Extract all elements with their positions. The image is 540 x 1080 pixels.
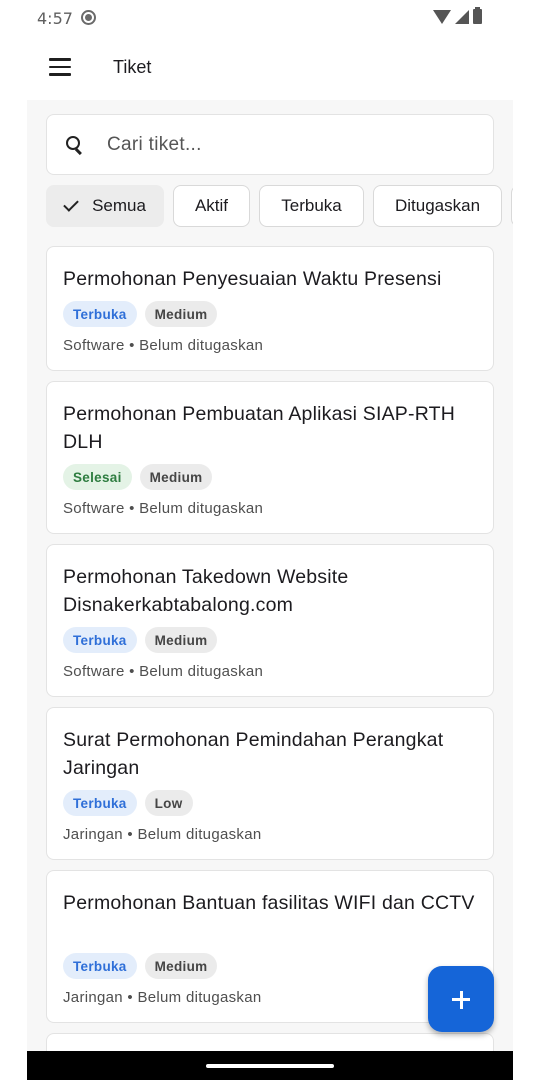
ticket-meta: Jaringan • Belum ditugaskan xyxy=(63,826,262,843)
ticket-category: Jaringan xyxy=(63,826,123,843)
ticket-meta: Software • Belum ditugaskan xyxy=(63,500,263,517)
ticket-title: Permohonan Bantuan fasilitas WIFI dan CC… xyxy=(63,892,475,914)
ticket-assignment: Belum ditugaskan xyxy=(137,826,262,843)
ticket-card[interactable]: Permohonan Takedown Website Disnakerkabt… xyxy=(46,544,494,697)
filter-chip-semua[interactable]: Semua xyxy=(46,185,164,227)
app-bar: Tiket xyxy=(27,34,513,100)
wifi-icon xyxy=(433,9,451,24)
signal-icon xyxy=(455,9,469,24)
meta-separator: • xyxy=(129,337,135,354)
status-badge: Selesai xyxy=(63,464,132,490)
ticket-badges: Terbuka Medium xyxy=(63,627,218,653)
status-time: 4:57 xyxy=(37,9,73,28)
ticket-meta: Software • Belum ditugaskan xyxy=(63,663,263,680)
navigation-bar xyxy=(27,1051,513,1080)
priority-badge: Medium xyxy=(144,627,218,653)
ticket-assignment: Belum ditugaskan xyxy=(139,337,264,354)
ticket-badges: Terbuka Low xyxy=(63,790,193,816)
filter-chip-label: Terbuka xyxy=(281,196,342,215)
filter-chip-aktif[interactable]: Aktif xyxy=(173,185,250,227)
notification-icon xyxy=(81,10,96,25)
meta-separator: • xyxy=(129,500,135,517)
meta-separator: • xyxy=(129,663,135,680)
filter-chip-terbuka[interactable]: Terbuka xyxy=(259,185,364,227)
priority-badge: Medium xyxy=(144,301,218,327)
ticket-badges: Terbuka Medium xyxy=(63,301,218,327)
priority-badge: Low xyxy=(144,790,193,816)
ticket-title: Permohonan Pembuatan Aplikasi SIAP-RTH D… xyxy=(63,403,456,453)
ticket-category: Software xyxy=(63,663,125,680)
ticket-title: Permohonan Takedown Website Disnakerkabt… xyxy=(63,566,349,616)
ticket-meta: Jaringan • Belum ditugaskan xyxy=(63,989,262,1006)
ticket-category: Software xyxy=(63,337,125,354)
status-badge: Terbuka xyxy=(63,953,137,979)
app-screen: Tiket Semua Aktif Terbuka Ditugaskan Per… xyxy=(27,0,513,1080)
filter-chip-label: Ditugaskan xyxy=(394,196,481,215)
battery-icon xyxy=(473,7,482,24)
ticket-category: Software xyxy=(63,500,125,517)
filter-chip-ditugaskan[interactable]: Ditugaskan xyxy=(373,185,502,227)
ticket-assignment: Belum ditugaskan xyxy=(139,500,264,517)
search-icon xyxy=(66,136,82,152)
menu-icon[interactable] xyxy=(49,58,71,76)
ticket-assignment: Belum ditugaskan xyxy=(139,663,264,680)
filter-chip-label: Semua xyxy=(92,196,146,215)
ticket-title: Permohonan Penyesuaian Waktu Presensi xyxy=(63,268,442,290)
ticket-card[interactable]: Permohonan Bantuan fasilitas WIFI dan CC… xyxy=(46,870,494,1023)
add-ticket-button[interactable] xyxy=(428,966,494,1032)
status-badge: Terbuka xyxy=(63,627,137,653)
page-title: Tiket xyxy=(113,57,152,77)
search-box[interactable] xyxy=(46,114,494,175)
priority-badge: Medium xyxy=(139,464,213,490)
filter-chip-more[interactable] xyxy=(511,185,513,227)
ticket-card[interactable]: Surat Permohonan Pemindahan Perangkat Ja… xyxy=(46,707,494,860)
status-icons xyxy=(433,7,482,24)
ticket-badges: Terbuka Medium xyxy=(63,953,218,979)
home-indicator[interactable] xyxy=(206,1064,334,1068)
ticket-assignment: Belum ditugaskan xyxy=(137,989,262,1006)
check-icon xyxy=(63,196,79,212)
priority-badge: Medium xyxy=(144,953,218,979)
ticket-meta: Software • Belum ditugaskan xyxy=(63,337,263,354)
meta-separator: • xyxy=(127,826,133,843)
filter-chips: Semua Aktif Terbuka Ditugaskan xyxy=(46,185,513,227)
ticket-badges: Selesai Medium xyxy=(63,464,213,490)
status-bar: 4:57 xyxy=(0,0,540,34)
ticket-category: Jaringan xyxy=(63,989,123,1006)
ticket-card[interactable]: Permohonan Penyesuaian Waktu Presensi Te… xyxy=(46,246,494,371)
status-badge: Terbuka xyxy=(63,301,137,327)
meta-separator: • xyxy=(127,989,133,1006)
search-input[interactable] xyxy=(107,131,467,159)
status-badge: Terbuka xyxy=(63,790,137,816)
ticket-card[interactable]: Permohonan Pembuatan Aplikasi SIAP-RTH D… xyxy=(46,381,494,534)
filter-chip-label: Aktif xyxy=(194,196,229,215)
ticket-title: Surat Permohonan Pemindahan Perangkat Ja… xyxy=(63,729,444,779)
